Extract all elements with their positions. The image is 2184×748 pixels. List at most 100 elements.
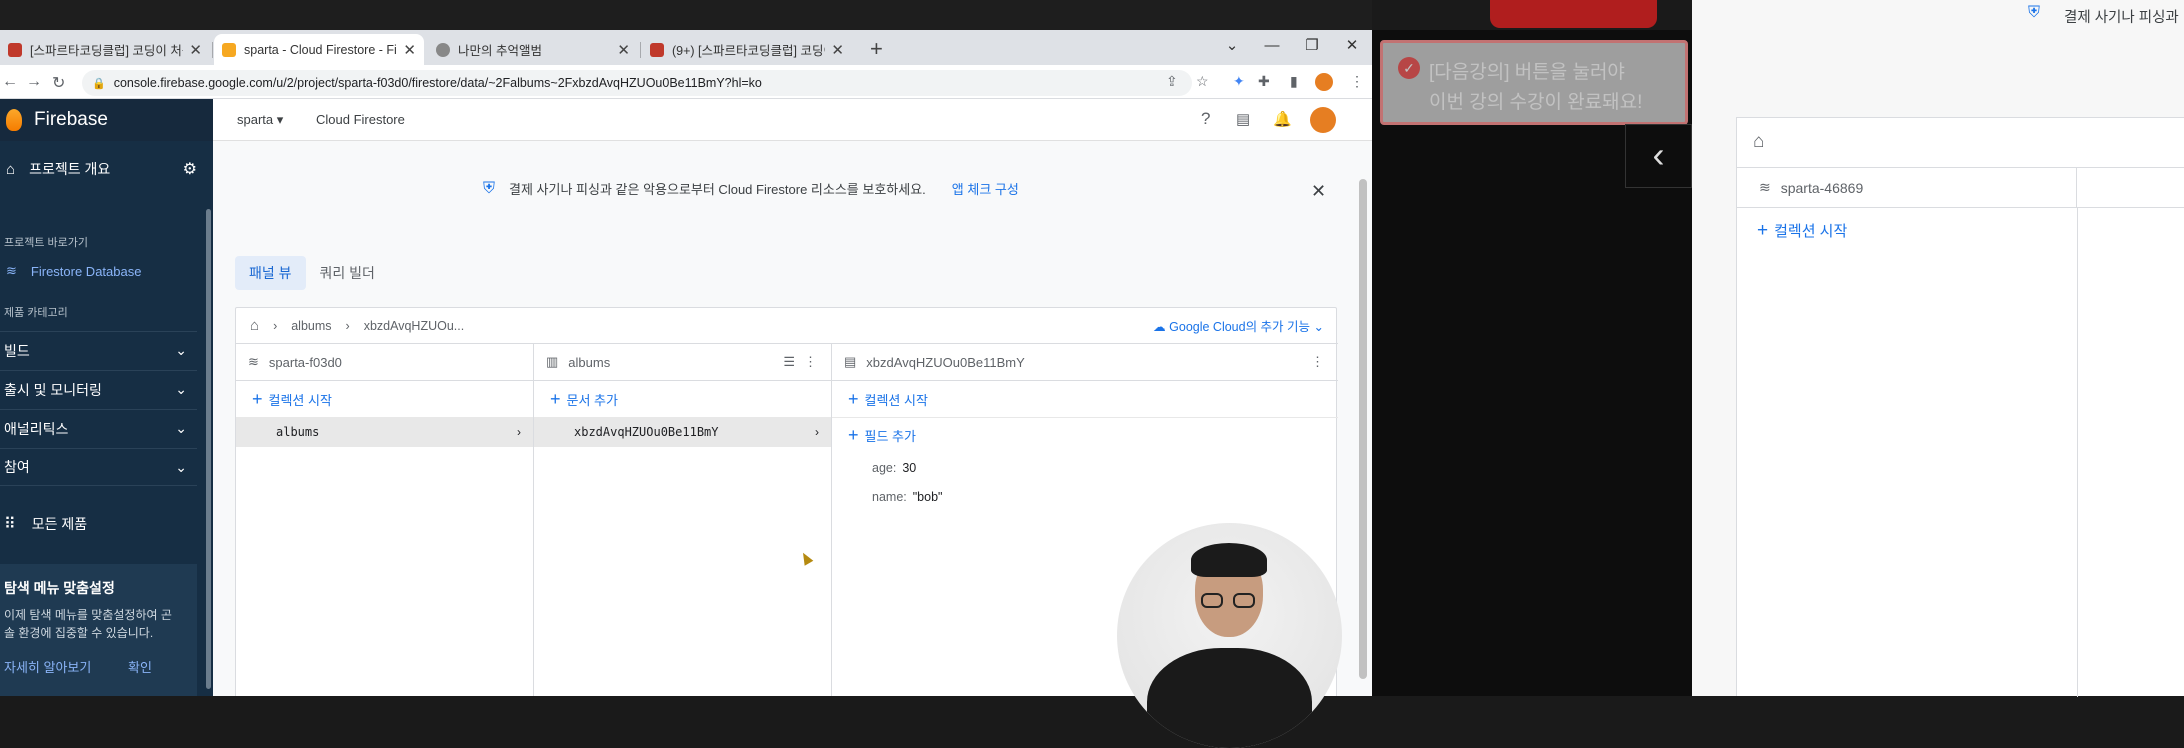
google-cloud-more-button[interactable]: ☁ Google Cloud의 추가 기능 ⌄ [1153, 316, 1324, 335]
menu-icon[interactable]: ⋮ [1350, 73, 1364, 90]
feedback-icon[interactable]: ▤ [1236, 110, 1250, 128]
profile-avatar[interactable] [1315, 73, 1333, 91]
chevron-down-icon: ⌄ [175, 420, 187, 436]
home-icon[interactable]: ⌂ [250, 317, 259, 334]
close-icon[interactable]: ✕ [1311, 181, 1326, 202]
minimize-icon[interactable]: — [1252, 30, 1292, 65]
add-field-button[interactable]: + 필드 추가 [832, 417, 1338, 453]
firestore-icon: ≋ [6, 263, 17, 278]
tab-title: [스파르타코딩클럽] 코딩이 처음 [30, 44, 184, 58]
help-icon[interactable]: ? [1201, 109, 1210, 129]
breadcrumb-item[interactable]: albums [291, 319, 331, 333]
reload-icon[interactable]: ↻ [52, 73, 65, 93]
button-label: 필드 추가 [864, 429, 916, 444]
url-input[interactable]: 🔒 console.firebase.google.com/u/2/projec… [82, 70, 1192, 96]
browser-tab[interactable]: [스파르타코딩클럽] 코딩이 처음 ✕ [0, 34, 210, 65]
forward-icon[interactable]: → [26, 73, 42, 91]
new-tab-button[interactable]: + [870, 36, 883, 62]
sidebar-section-release[interactable]: 출시 및 모니터링 ⌄ [0, 370, 197, 408]
document-field[interactable]: name: "bob" [832, 482, 1338, 511]
back-icon[interactable]: ← [2, 73, 18, 91]
star-icon[interactable]: ☆ [1196, 73, 1209, 90]
start-collection-button[interactable]: + 컬렉션 시작 [236, 381, 533, 417]
tab-title: (9+) [스파르타코딩클럽] 코딩이 [672, 44, 826, 58]
filter-icon[interactable]: ☰ [783, 354, 795, 370]
plus-icon: + [1757, 220, 1769, 241]
chevron-down-icon[interactable]: ⌄ [1212, 30, 1252, 65]
plus-icon: + [550, 388, 561, 409]
tab-panel-view[interactable]: 패널 뷰 [235, 256, 306, 290]
address-bar: ← → ↻ 🔒 console.firebase.google.com/u/2/… [0, 65, 1372, 99]
collection-column-albums: ▥ albums ☰ ⋮ + 문서 추가 xbzdAvqHZUOu0Be11BmY… [534, 344, 832, 696]
browser-tab[interactable]: 나만의 추억앨범 ✕ [428, 34, 638, 65]
chevron-left-icon[interactable]: ‹ [1625, 124, 1692, 188]
app-check-link[interactable]: 앱 체크 구성 [952, 179, 1019, 198]
url-text: console.firebase.google.com/u/2/project/… [113, 76, 762, 90]
home-icon[interactable]: ⌂ [1753, 131, 1764, 153]
sidebar-section-build[interactable]: 빌드 ⌄ [0, 331, 197, 369]
document-field[interactable]: age: 30 [832, 453, 1338, 482]
gear-icon[interactable]: ⚙ [183, 159, 197, 179]
main-scrollbar[interactable] [1359, 179, 1367, 679]
puzzle-icon[interactable]: ✚ [1258, 73, 1270, 90]
right-console-panel: ⛨ 결제 사기나 피싱과 ⌂ ≋ sparta-46869 + 컬렉션 시작 [1692, 0, 2184, 697]
learn-more-link[interactable]: 자세히 알아보기 [4, 657, 91, 676]
sidebar-icon[interactable]: ▮ [1290, 73, 1298, 90]
check-icon: ✓ [1398, 57, 1420, 79]
close-icon[interactable]: ✕ [831, 41, 844, 59]
firebase-sidebar: Firebase ⌂ 프로젝트 개요 ⚙ 프로젝트 바로가기 ≋ Firesto… [0, 99, 213, 696]
list-item[interactable]: albums › [236, 417, 533, 447]
breadcrumb-item[interactable]: xbzdAvqHZUOu... [364, 319, 465, 333]
all-products-item[interactable]: ⠿ 모든 제품 [0, 509, 197, 539]
sidebar-scrollbar[interactable] [206, 209, 211, 689]
sidebar-section-analytics[interactable]: 애널리틱스 ⌄ [0, 409, 197, 447]
close-window-icon[interactable]: ✕ [1332, 30, 1372, 65]
section-label: 참여 [4, 459, 30, 475]
section-label: 애널리틱스 [4, 420, 69, 437]
start-collection-button[interactable]: + 컬렉션 시작 [832, 381, 1338, 417]
column-header: ▥ albums ☰ ⋮ [534, 344, 831, 381]
tab-separator [212, 42, 213, 58]
firebase-brand[interactable]: Firebase [0, 99, 213, 141]
plus-icon: + [848, 425, 859, 445]
bell-icon[interactable]: 🔔 [1273, 110, 1292, 128]
close-icon[interactable]: ✕ [403, 41, 416, 59]
shortcuts-label: 프로젝트 바로가기 [4, 237, 89, 249]
avatar[interactable] [1310, 107, 1336, 133]
brand-label: Firebase [34, 109, 108, 130]
close-icon[interactable]: ✕ [617, 41, 630, 59]
browser-tab[interactable]: (9+) [스파르타코딩클럽] 코딩이 ✕ [642, 34, 852, 65]
more-vert-icon[interactable]: ⋮ [1311, 354, 1324, 370]
sparta-favicon-icon [8, 42, 22, 57]
field-value: 30 [902, 460, 917, 475]
list-item[interactable]: xbzdAvqHZUOu0Be11BmY › [534, 417, 831, 447]
app-check-banner: ⛨ 결제 사기나 피싱과 같은 악용으로부터 Cloud Firestore 리… [483, 179, 1019, 198]
right-breadcrumb: ⌂ [1737, 118, 2184, 168]
document-icon: ▤ [844, 354, 857, 369]
right-column-header [2077, 168, 2184, 208]
project-overview-item[interactable]: ⌂ 프로젝트 개요 ⚙ [0, 154, 197, 184]
sidebar-item-firestore[interactable]: ≋ Firestore Database [0, 257, 197, 285]
sparta-favicon-icon [650, 42, 664, 57]
sidebar-section-engage[interactable]: 참여 ⌄ [0, 448, 197, 486]
chevron-down-icon: ⌄ [1313, 320, 1324, 334]
shield-icon: ⛨ [483, 179, 496, 197]
start-collection-button[interactable]: + 컬렉션 시작 [1757, 220, 1847, 242]
restore-icon[interactable]: ❐ [1292, 30, 1332, 65]
more-vert-icon[interactable]: ⋮ [804, 354, 817, 370]
globe-favicon-icon [436, 42, 450, 57]
field-value: "bob" [912, 489, 943, 504]
section-label: 빌드 [4, 342, 30, 359]
tab-query-builder[interactable]: 쿼리 빌더 [306, 256, 389, 290]
share-icon[interactable]: ⇪ [1166, 73, 1178, 90]
item-label: xbzdAvqHZUOu0Be11BmY [574, 425, 719, 439]
ok-link[interactable]: 확인 [128, 657, 152, 676]
next-lecture-button[interactable] [1490, 0, 1657, 28]
project-selector[interactable]: sparta ▾ [237, 112, 283, 128]
product-name: Cloud Firestore [316, 112, 405, 127]
browser-tab-active[interactable]: sparta - Cloud Firestore - Fireba ✕ [214, 34, 424, 65]
firebase-favicon-icon [222, 42, 236, 57]
extension-v-icon[interactable]: ✦ [1233, 73, 1245, 90]
close-icon[interactable]: ✕ [189, 41, 202, 59]
add-document-button[interactable]: + 문서 추가 [534, 381, 831, 417]
